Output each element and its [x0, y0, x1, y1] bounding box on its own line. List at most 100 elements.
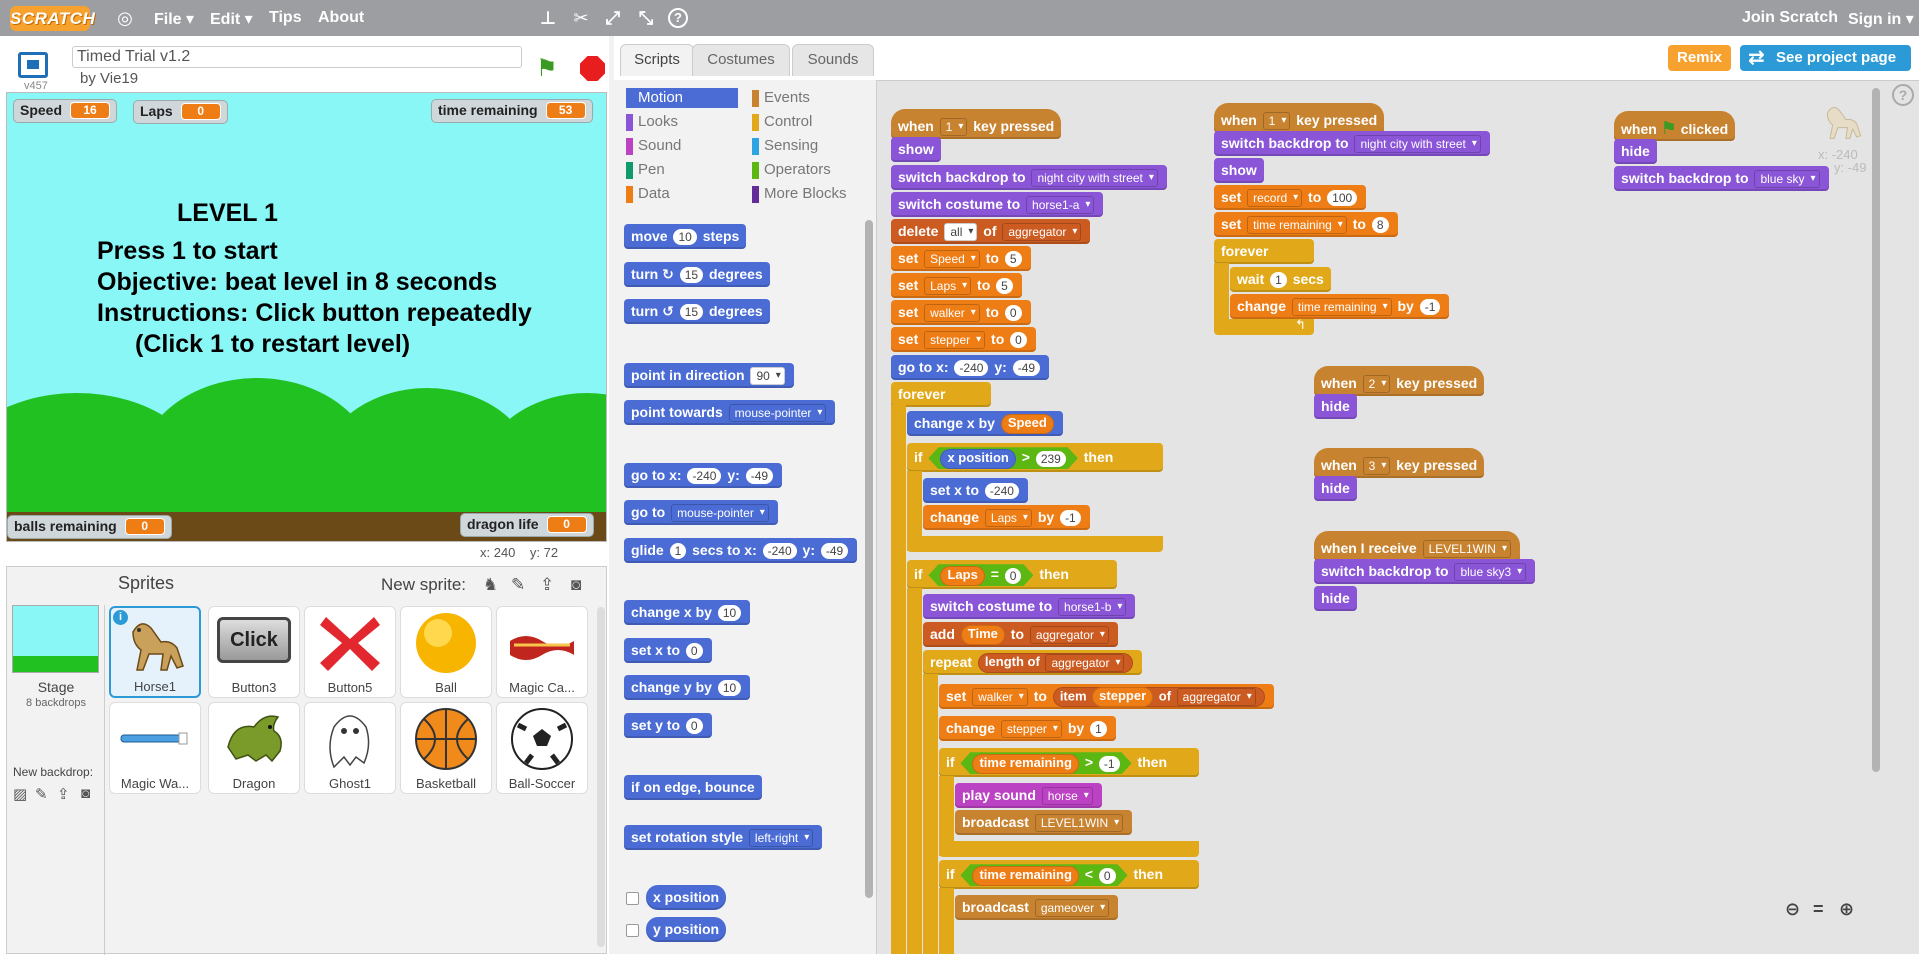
block-switch-backdrop-6[interactable]: switch backdrop to blue sky: [1614, 166, 1829, 191]
zoom-in-icon[interactable]: ⊕: [1839, 899, 1854, 920]
block-set-walker-item[interactable]: set walker to item stepper of aggregator: [939, 684, 1274, 709]
menu-file[interactable]: File ▾: [154, 9, 194, 29]
grow-icon[interactable]: ⤢: [603, 8, 623, 28]
hat-when-i-receive[interactable]: when I receive LEVEL1WIN: [1314, 531, 1520, 561]
category-data[interactable]: Data: [626, 184, 670, 204]
sprite-tile-button3[interactable]: Click Button3: [208, 606, 300, 698]
upload-backdrop-icon[interactable]: ⇪: [57, 785, 70, 803]
upload-sprite-icon[interactable]: ⇪: [540, 575, 554, 595]
reporter-x-position[interactable]: x position: [646, 885, 727, 910]
category-more-blocks[interactable]: More Blocks: [752, 184, 847, 204]
paint-sprite-icon[interactable]: ✎: [511, 575, 525, 595]
category-operators[interactable]: Operators: [752, 160, 831, 180]
monitor-dragon-life[interactable]: dragon life 0: [460, 513, 594, 537]
block-forever[interactable]: forever: [891, 382, 991, 407]
sprite-tile-basketball[interactable]: Basketball: [400, 702, 492, 794]
zoom-reset-icon[interactable]: =: [1813, 899, 1824, 920]
green-flag-icon[interactable]: ⚑: [536, 54, 558, 83]
block-set-rotation-style[interactable]: set rotation style left-right: [624, 825, 823, 850]
monitor-time-remaining[interactable]: time remaining 53: [431, 99, 593, 123]
block-switch-backdrop-2[interactable]: switch backdrop to night city with stree…: [1214, 131, 1490, 156]
sprite-tile-magic-carpet[interactable]: Magic Ca...: [496, 606, 588, 698]
block-change-x[interactable]: change x by 10: [624, 600, 751, 625]
menu-tips[interactable]: Tips: [269, 9, 302, 27]
block-play-sound[interactable]: play sound horse: [955, 783, 1102, 808]
block-move-steps[interactable]: move 10 steps: [624, 224, 747, 249]
block-set-x[interactable]: set x to 0: [624, 638, 712, 663]
help-icon[interactable]: ?: [668, 8, 688, 28]
zoom-out-icon[interactable]: ⊖: [1785, 899, 1800, 920]
block-glide[interactable]: glide 1 secs to x: -240 y: -49: [624, 538, 858, 563]
hat-when-2-key-pressed[interactable]: when 2 key pressed: [1314, 366, 1485, 396]
block-change-stepper[interactable]: change stepper by 1: [939, 716, 1116, 741]
sprite-tile-ball-soccer[interactable]: Ball-Soccer: [496, 702, 588, 794]
globe-icon[interactable]: ◎: [115, 8, 135, 28]
category-control[interactable]: Control: [752, 112, 812, 132]
block-hide-3[interactable]: hide: [1314, 394, 1357, 419]
block-add-to-list[interactable]: add Time to aggregator: [923, 622, 1118, 647]
sprite-tile-ghost1[interactable]: Ghost1: [304, 702, 396, 794]
menu-about[interactable]: About: [318, 9, 364, 27]
scratch-logo[interactable]: SCRATCH: [10, 6, 95, 31]
remix-button[interactable]: Remix: [1668, 45, 1731, 71]
block-change-x-by-speed[interactable]: change x by Speed: [907, 411, 1063, 436]
block-set-speed[interactable]: set Speed to 5: [891, 246, 1031, 271]
block-if-on-edge-bounce[interactable]: if on edge, bounce: [624, 775, 762, 800]
block-if-time-greater[interactable]: if time remaining > -1 then: [939, 748, 1199, 777]
block-turn-counterclockwise[interactable]: turn ↺ 15 degrees: [624, 299, 770, 324]
monitor-speed[interactable]: Speed 16: [13, 99, 118, 123]
stage[interactable]: Speed 16 Laps 0 time remaining 53 balls rem…: [6, 92, 607, 542]
block-point-in-direction[interactable]: point in direction 90: [624, 363, 794, 388]
block-switch-costume-b[interactable]: switch costume to horse1-b: [923, 594, 1136, 619]
camera-backdrop-icon[interactable]: ◙: [81, 785, 90, 802]
see-project-page-button[interactable]: ⇄ See project page: [1740, 45, 1911, 71]
backdrop-library-icon[interactable]: ▨: [13, 785, 27, 803]
tab-scripts[interactable]: Scripts: [620, 44, 694, 76]
hat-when-flag-clicked[interactable]: when ⚑ clicked: [1614, 111, 1736, 141]
duplicate-stamp-icon[interactable]: ⊥: [538, 8, 558, 28]
sprite-tile-dragon[interactable]: Dragon: [208, 702, 300, 794]
menu-edit[interactable]: Edit ▾: [210, 9, 253, 29]
project-title-input[interactable]: [72, 46, 522, 68]
sprites-scrollbar[interactable]: [597, 607, 605, 947]
sprite-tile-button5[interactable]: Button5: [304, 606, 396, 698]
block-if-time-less[interactable]: if time remaining < 0 then: [939, 860, 1199, 889]
monitor-balls-remaining[interactable]: balls remaining 0: [7, 515, 172, 539]
category-sensing[interactable]: Sensing: [752, 136, 818, 156]
palette-scrollbar[interactable]: [865, 220, 873, 898]
sign-in-menu[interactable]: Sign in ▾: [1848, 9, 1914, 29]
checkbox-y-position[interactable]: [626, 924, 639, 937]
block-switch-backdrop-5[interactable]: switch backdrop to blue sky3: [1314, 559, 1536, 584]
block-change-y[interactable]: change y by 10: [624, 675, 751, 700]
block-set-y[interactable]: set y to 0: [624, 713, 712, 738]
sprite-tile-ball[interactable]: Ball: [400, 606, 492, 698]
block-forever-2[interactable]: forever: [1214, 239, 1314, 264]
category-motion[interactable]: Motion: [626, 88, 738, 108]
block-wait[interactable]: wait 1 secs: [1230, 267, 1331, 292]
block-change-laps[interactable]: change Laps by -1: [923, 505, 1090, 530]
camera-icon[interactable]: ◙: [571, 575, 581, 595]
block-delete-list-item[interactable]: delete all of aggregator: [891, 219, 1091, 244]
sprite-tile-horse1[interactable]: i Horse1: [109, 606, 201, 698]
block-set-time-remaining[interactable]: set time remaining to 8: [1214, 212, 1398, 237]
block-point-towards[interactable]: point towards mouse-pointer: [624, 400, 836, 425]
block-broadcast-gameover[interactable]: broadcast gameover: [955, 895, 1119, 920]
delete-scissors-icon[interactable]: ✂: [571, 8, 591, 28]
block-switch-backdrop[interactable]: switch backdrop to night city with stree…: [891, 165, 1167, 190]
block-hide-6[interactable]: hide: [1614, 139, 1657, 164]
hat-when-1-key-pressed-2[interactable]: when 1 key pressed: [1214, 103, 1385, 133]
paint-backdrop-icon[interactable]: ✎: [35, 785, 48, 803]
hat-when-3-key-pressed[interactable]: when 3 key pressed: [1314, 448, 1485, 478]
block-broadcast-levelwin[interactable]: broadcast LEVEL1WIN: [955, 810, 1133, 835]
block-set-x-to[interactable]: set x to -240: [923, 478, 1028, 503]
block-switch-costume[interactable]: switch costume to horse1-a: [891, 192, 1104, 217]
category-events[interactable]: Events: [752, 88, 810, 108]
help-icon[interactable]: ?: [1892, 84, 1914, 106]
stop-icon[interactable]: [580, 56, 605, 81]
block-hide-5[interactable]: hide: [1314, 586, 1357, 611]
block-go-to[interactable]: go to mouse-pointer: [624, 500, 778, 525]
block-if-laps-equals[interactable]: if Laps = 0 then: [907, 560, 1117, 589]
choose-sprite-library-icon[interactable]: ♞: [483, 575, 498, 595]
block-set-walker[interactable]: set walker to 0: [891, 300, 1031, 325]
scripts-area[interactable]: when 1 key pressed show switch backdrop …: [877, 80, 1919, 954]
